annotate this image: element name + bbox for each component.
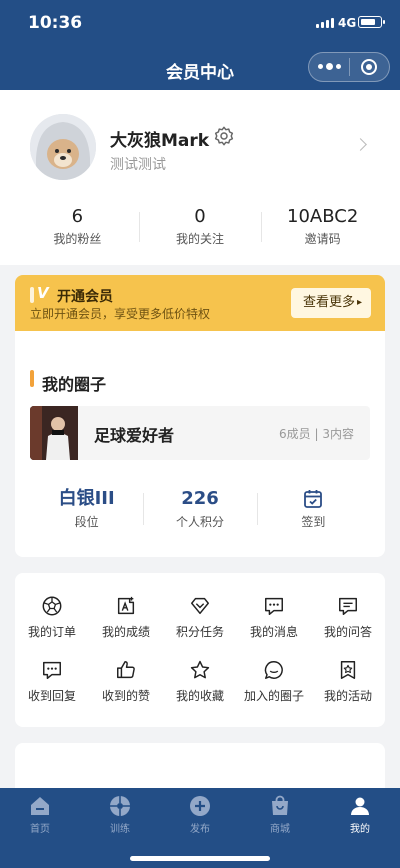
menu-label: 我的订单 <box>27 625 76 639</box>
menu-label: 我的活动 <box>323 689 372 703</box>
status-bar: 10:36 4G <box>0 0 400 48</box>
menu-my-favorites[interactable]: 我的收藏 <box>163 659 237 703</box>
chevron-right-icon[interactable] <box>354 138 367 151</box>
profile-icon <box>351 797 369 815</box>
battery-icon <box>358 16 385 28</box>
group-item[interactable]: 足球爱好者 6成员 | 3内容 <box>30 406 370 460</box>
user-name: 大灰狼Mark <box>110 131 210 151</box>
stat-label: 我的关注 <box>176 232 225 246</box>
tab-bar: 首页 训练 发布 商城 我的 <box>0 788 400 868</box>
section-title: 我的圈子 <box>42 375 107 394</box>
menu-received-replies[interactable]: 收到回复 <box>15 659 89 703</box>
reply-icon <box>43 661 61 679</box>
menu-label: 加入的圈子 <box>243 689 304 703</box>
more-icon[interactable] <box>309 63 349 70</box>
signal-icon <box>316 18 334 28</box>
vip-mark <box>30 287 34 303</box>
tab-publish[interactable]: 发布 <box>160 788 240 838</box>
gear-icon[interactable] <box>213 125 235 147</box>
menu-received-likes[interactable]: 收到的赞 <box>89 659 163 703</box>
user-subtitle: 测试测试 <box>110 157 166 173</box>
points-value: 226 <box>181 488 219 509</box>
view-more-button[interactable]: 查看更多 <box>291 288 371 318</box>
qa-icon <box>339 597 357 615</box>
activity-icon <box>340 661 356 679</box>
mini-program-capsule <box>308 52 390 82</box>
tab-label: 首页 <box>30 824 50 835</box>
stat-value: 10ABC2 <box>287 206 359 227</box>
circle-chat-icon <box>264 661 283 679</box>
score-icon <box>117 596 135 615</box>
tab-home[interactable]: 首页 <box>0 788 80 838</box>
circle-stats: 白银III 段位 226 个人积分 签到 <box>30 487 370 533</box>
home-indicator <box>130 856 270 861</box>
tab-shop[interactable]: 商城 <box>240 788 320 838</box>
checkin-label: 签到 <box>301 515 326 529</box>
menu-my-activities[interactable]: 我的活动 <box>311 659 385 703</box>
stat-label: 我的粉丝 <box>53 232 102 246</box>
vip-title: 开通会员 <box>57 289 113 305</box>
stat-value: 0 <box>194 206 206 227</box>
rank-stat[interactable]: 白银III 段位 <box>30 487 143 533</box>
checkin-button[interactable]: 签到 <box>256 487 370 533</box>
tab-label: 训练 <box>110 824 130 835</box>
menu-my-messages[interactable]: 我的消息 <box>237 595 311 639</box>
vip-banner[interactable]: V 开通会员 立即开通会员，享受更多低价特权 查看更多 <box>15 275 385 331</box>
menu-label: 我的收藏 <box>175 689 224 703</box>
profile-card: 大灰狼Mark 测试测试 6 我的粉丝 0 我的关注 10ABC2 邀请码 <box>0 90 400 265</box>
menu-card: 我的订单 我的成绩 积分任务 我的消息 我的问答 收到回复 收到的赞 我的收藏 <box>15 573 385 727</box>
publish-icon <box>190 796 210 816</box>
close-target-icon[interactable] <box>350 59 389 75</box>
training-icon <box>110 796 130 816</box>
star-icon <box>190 660 210 679</box>
menu-label: 收到的赞 <box>101 689 150 703</box>
section-marker <box>30 370 34 387</box>
status-time: 10:36 <box>28 13 83 33</box>
menu-my-qa[interactable]: 我的问答 <box>311 595 385 639</box>
profile-stats: 6 我的粉丝 0 我的关注 10ABC2 邀请码 <box>16 206 384 246</box>
invite-code-stat[interactable]: 10ABC2 邀请码 <box>261 206 384 246</box>
points-stat[interactable]: 226 个人积分 <box>143 487 256 533</box>
soccer-ball-icon <box>42 596 62 616</box>
menu-label: 积分任务 <box>175 625 224 639</box>
tab-label: 发布 <box>190 824 210 835</box>
diamond-icon <box>191 597 209 615</box>
my-circle-card: 我的圈子 足球爱好者 6成员 | 3内容 白银III 段位 226 个人积分 签… <box>15 331 385 557</box>
home-icon <box>31 797 49 815</box>
menu-label: 我的成绩 <box>101 625 150 639</box>
tab-profile[interactable]: 我的 <box>320 788 400 838</box>
menu-label: 我的消息 <box>249 625 298 639</box>
thumbs-up-icon <box>117 661 135 679</box>
group-name: 足球爱好者 <box>94 426 175 445</box>
avatar[interactable] <box>30 114 96 180</box>
group-thumbnail <box>30 406 78 460</box>
network-type: 4G <box>338 16 357 30</box>
stat-label: 邀请码 <box>304 232 341 246</box>
stat-value: 6 <box>71 206 84 227</box>
tab-training[interactable]: 训练 <box>80 788 160 838</box>
tab-label: 我的 <box>350 824 370 835</box>
menu-my-orders[interactable]: 我的订单 <box>15 595 89 639</box>
points-label: 个人积分 <box>175 515 224 529</box>
group-meta: 6成员 | 3内容 <box>279 427 354 441</box>
header: 10:36 4G 会员中心 <box>0 0 400 90</box>
followers-stat[interactable]: 6 我的粉丝 <box>16 206 139 246</box>
rank-value: 白银III <box>58 488 115 509</box>
message-icon <box>265 597 283 615</box>
menu-points-tasks[interactable]: 积分任务 <box>163 595 237 639</box>
menu-grid: 我的订单 我的成绩 积分任务 我的消息 我的问答 收到回复 收到的赞 我的收藏 <box>15 595 385 703</box>
shop-icon <box>272 795 288 815</box>
menu-label: 我的问答 <box>323 625 372 639</box>
vip-badge-icon: V <box>37 284 49 302</box>
vip-subtitle: 立即开通会员，享受更多低价特权 <box>30 307 211 321</box>
following-stat[interactable]: 0 我的关注 <box>138 206 262 246</box>
menu-joined-circles[interactable]: 加入的圈子 <box>237 659 311 703</box>
rank-label: 段位 <box>74 515 99 529</box>
menu-my-scores[interactable]: 我的成绩 <box>89 595 163 639</box>
calendar-check-icon <box>304 490 323 508</box>
menu-label: 收到回复 <box>27 689 76 703</box>
tab-label: 商城 <box>270 824 290 835</box>
